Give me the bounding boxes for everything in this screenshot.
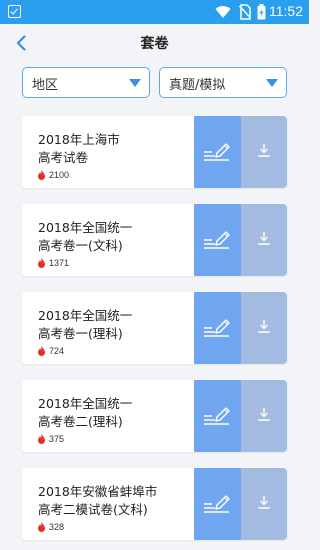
paper-title-line2: 高考卷一(文科) (38, 238, 123, 253)
pencil-icon (204, 231, 230, 249)
download-button[interactable] (241, 380, 287, 452)
pencil-icon (204, 143, 230, 161)
hot-count-value: 2100 (49, 170, 70, 180)
paper-card[interactable]: 2018年全国统一 高考卷一(文科) 1371 (22, 204, 287, 276)
paper-title-line1: 2018年安徽省蚌埠市 (38, 484, 158, 499)
practice-button[interactable] (194, 116, 241, 188)
paper-card[interactable]: 2018年全国统一 高考卷二(理科) 375 (22, 380, 287, 452)
region-filter-dropdown[interactable]: 地区 (22, 67, 150, 98)
download-button[interactable] (241, 116, 287, 188)
caret-down-icon (266, 79, 278, 87)
practice-button[interactable] (194, 292, 241, 364)
no-sim-icon (239, 4, 251, 20)
download-icon (258, 232, 270, 245)
hot-count-value: 724 (49, 346, 65, 356)
download-icon (258, 320, 270, 333)
paper-title-line1: 2018年全国统一 (38, 396, 133, 411)
paper-title-line2: 高考二模试卷(文科) (38, 502, 148, 517)
region-filter-label: 地区 (32, 78, 59, 93)
paper-card[interactable]: 2018年全国统一 高考卷一(理科) 724 (22, 292, 287, 364)
flame-icon (38, 170, 45, 180)
battery-icon (257, 4, 266, 20)
paper-type-filter-label: 真题/模拟 (169, 78, 226, 93)
page-title: 套卷 (140, 36, 169, 52)
download-icon (258, 496, 270, 509)
paper-title-line1: 2018年全国统一 (38, 308, 133, 323)
filter-bar: 地区 真题/模拟 (0, 67, 309, 99)
practice-button[interactable] (194, 468, 241, 540)
pencil-icon (204, 495, 230, 513)
paper-title-line2: 高考试卷 (38, 150, 89, 165)
status-time: 11:52 (269, 3, 303, 19)
hot-count-value: 375 (49, 434, 65, 444)
nav-bar: 套卷 (0, 24, 309, 62)
flame-icon (38, 434, 45, 444)
pencil-icon (204, 407, 230, 425)
hot-count-value: 1371 (49, 258, 70, 268)
paper-info: 2018年全国统一 高考卷二(理科) 375 (38, 380, 198, 452)
paper-info: 2018年全国统一 高考卷一(理科) 724 (38, 292, 198, 364)
notification-check-icon (8, 5, 21, 18)
flame-icon (38, 258, 45, 268)
paper-title-line1: 2018年上海市 (38, 132, 120, 147)
paper-type-filter-dropdown[interactable]: 真题/模拟 (159, 67, 287, 98)
flame-icon (38, 522, 45, 532)
paper-card[interactable]: 2018年安徽省蚌埠市 高考二模试卷(文科) 328 (22, 468, 287, 540)
wifi-icon (215, 6, 231, 18)
paper-info: 2018年安徽省蚌埠市 高考二模试卷(文科) 328 (38, 468, 198, 540)
download-button[interactable] (241, 204, 287, 276)
practice-button[interactable] (194, 204, 241, 276)
paper-info: 2018年全国统一 高考卷一(文科) 1371 (38, 204, 198, 276)
status-bar: 11:52 (0, 0, 309, 24)
caret-down-icon (129, 79, 141, 87)
paper-title-line2: 高考卷一(理科) (38, 326, 123, 341)
download-icon (258, 144, 270, 157)
download-button[interactable] (241, 292, 287, 364)
paper-card[interactable]: 2018年上海市 高考试卷 2100 (22, 116, 287, 188)
practice-button[interactable] (194, 380, 241, 452)
paper-info: 2018年上海市 高考试卷 2100 (38, 116, 198, 188)
download-icon (258, 408, 270, 421)
pencil-icon (204, 319, 230, 337)
hot-count-value: 328 (49, 522, 65, 532)
flame-icon (38, 346, 45, 356)
paper-title-line2: 高考卷二(理科) (38, 414, 123, 429)
download-button[interactable] (241, 468, 287, 540)
paper-title-line1: 2018年全国统一 (38, 220, 133, 235)
